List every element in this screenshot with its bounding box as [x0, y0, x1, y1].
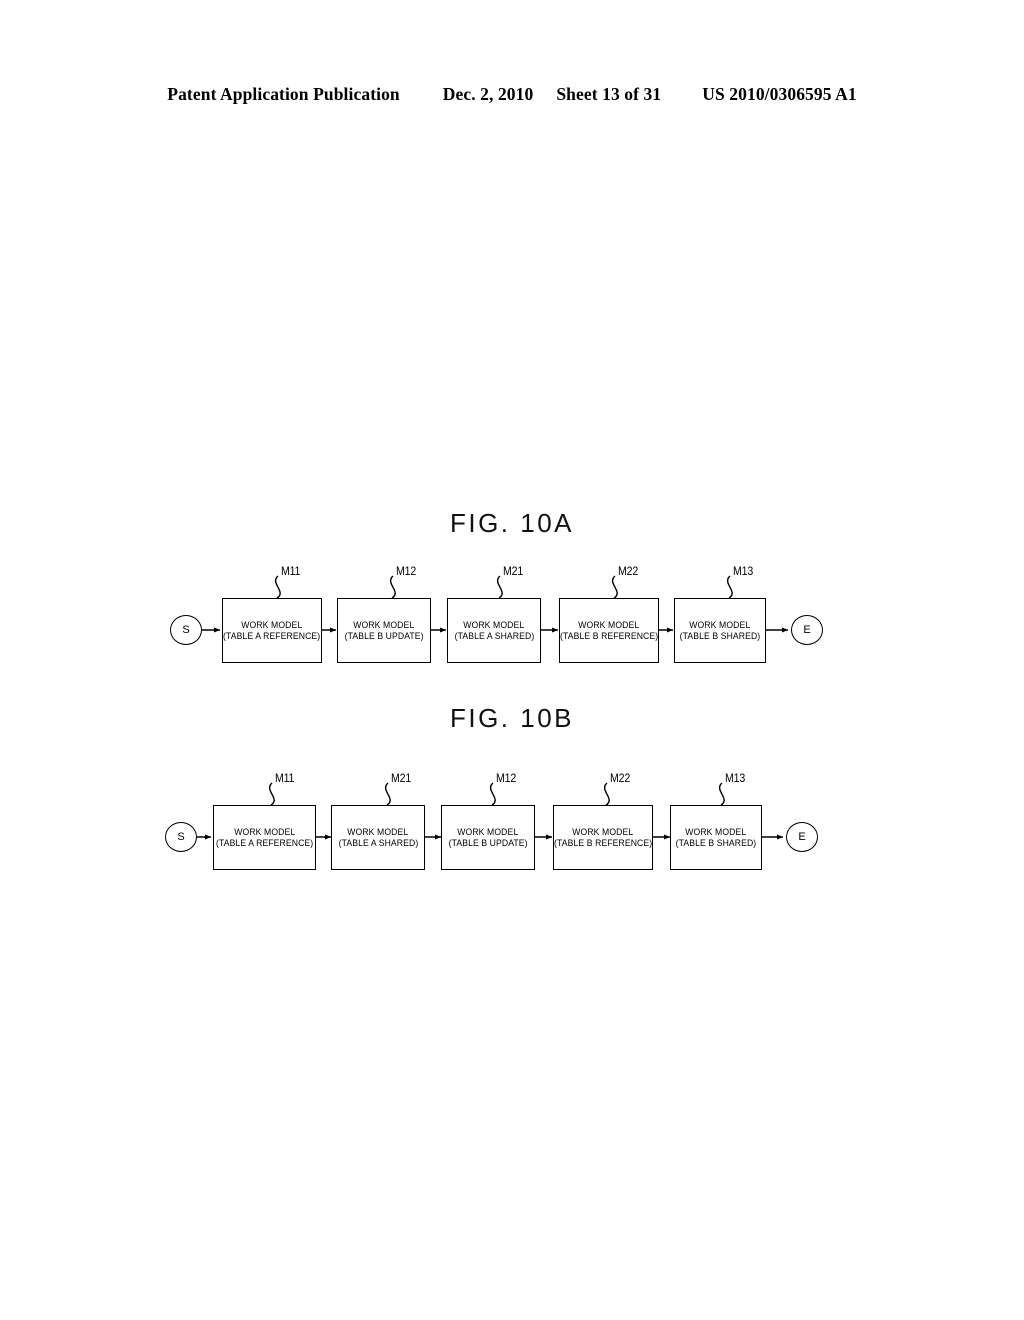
leader-line-5	[718, 782, 725, 806]
work-model-node-1: WORK MODEL (TABLE A REFERENCE)	[213, 805, 316, 870]
node-line1: WORK MODEL	[234, 826, 295, 837]
figure-title-10b: FIG. 10B	[449, 703, 575, 733]
terminator-start-10b: S	[165, 822, 197, 852]
ref-label-m21: M21	[391, 773, 412, 785]
terminator-start-label: S	[182, 624, 190, 636]
node-line2: (TABLE B SHARED)	[675, 837, 757, 848]
work-model-node-2: WORK MODEL (TABLE A SHARED)	[331, 805, 425, 870]
terminator-end-label: E	[798, 831, 806, 843]
ref-label-m22: M22	[610, 773, 631, 785]
node-line2: (TABLE A SHARED)	[338, 837, 418, 848]
leader-line-4	[603, 782, 610, 806]
node-line1: WORK MODEL	[572, 826, 634, 837]
node-line2: (TABLE A REFERENCE)	[215, 837, 314, 848]
work-model-node-3: WORK MODEL (TABLE A SHARED)	[447, 598, 541, 663]
node-line1: WORK MODEL	[457, 826, 519, 837]
ref-label-m21: M21	[503, 566, 524, 578]
leader-line-4	[611, 575, 618, 599]
header-patent-number: US 2010/0306595 A1	[702, 84, 857, 104]
work-model-node-4: WORK MODEL (TABLE B REFERENCE)	[559, 598, 659, 663]
node-line2: (TABLE B REFERENCE)	[559, 630, 659, 641]
terminator-end-10b: E	[786, 822, 818, 852]
flowchart-10a: S M11 WORK MODEL (TABLE A REFERENCE) M12…	[0, 560, 1024, 690]
ref-label-m13: M13	[733, 566, 754, 578]
leader-line-1	[268, 782, 275, 806]
terminator-start-label: S	[177, 831, 185, 843]
leader-line-5	[726, 575, 733, 599]
leader-line-2	[389, 575, 396, 599]
work-model-node-5: WORK MODEL (TABLE B SHARED)	[674, 598, 766, 663]
node-line2: (TABLE B UPDATE)	[448, 837, 528, 848]
page-header: Patent Application Publication Dec. 2, 2…	[0, 84, 1024, 105]
node-line2: (TABLE B UPDATE)	[344, 630, 424, 641]
node-line1: WORK MODEL	[685, 826, 747, 837]
work-model-node-1: WORK MODEL (TABLE A REFERENCE)	[222, 598, 322, 663]
work-model-node-4: WORK MODEL (TABLE B REFERENCE)	[553, 805, 653, 870]
leader-line-3	[489, 782, 496, 806]
node-line2: (TABLE B REFERENCE)	[553, 837, 653, 848]
ref-label-m13: M13	[725, 773, 746, 785]
node-line1: WORK MODEL	[347, 826, 409, 837]
figure-title-10a: FIG. 10A	[449, 508, 575, 538]
leader-line-2	[384, 782, 391, 806]
work-model-node-5: WORK MODEL (TABLE B SHARED)	[670, 805, 762, 870]
node-line1: WORK MODEL	[241, 619, 303, 630]
leader-line-1	[274, 575, 281, 599]
ref-label-m22: M22	[618, 566, 639, 578]
node-line2: (TABLE A REFERENCE)	[223, 630, 321, 641]
node-line1: WORK MODEL	[578, 619, 640, 630]
ref-label-m12: M12	[496, 773, 517, 785]
ref-label-m12: M12	[396, 566, 417, 578]
header-sheet: Sheet 13 of 31	[556, 84, 662, 104]
flowchart-10b: S M11 WORK MODEL (TABLE A REFERENCE) M21…	[0, 765, 1024, 895]
node-line2: (TABLE B SHARED)	[679, 630, 761, 641]
node-line1: WORK MODEL	[463, 619, 525, 630]
work-model-node-3: WORK MODEL (TABLE B UPDATE)	[441, 805, 535, 870]
work-model-node-2: WORK MODEL (TABLE B UPDATE)	[337, 598, 431, 663]
terminator-end-10a: E	[791, 615, 823, 645]
leader-line-3	[496, 575, 503, 599]
ref-label-m11: M11	[281, 566, 301, 578]
node-line1: WORK MODEL	[353, 619, 415, 630]
ref-label-m11: M11	[275, 773, 295, 785]
terminator-start-10a: S	[170, 615, 202, 645]
node-line2: (TABLE A SHARED)	[454, 630, 534, 641]
header-publication: Patent Application Publication	[167, 84, 400, 104]
terminator-end-label: E	[803, 624, 811, 636]
node-line1: WORK MODEL	[689, 619, 751, 630]
header-date: Dec. 2, 2010	[442, 84, 534, 104]
